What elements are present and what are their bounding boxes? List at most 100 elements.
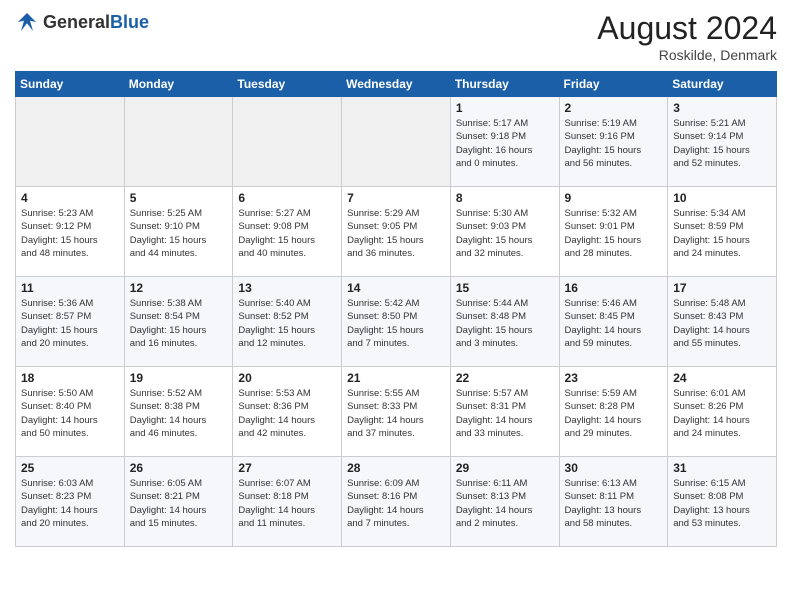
day-number: 17	[673, 281, 771, 295]
day-info: Sunrise: 6:03 AMSunset: 8:23 PMDaylight:…	[21, 477, 119, 530]
calendar-week-row: 4Sunrise: 5:23 AMSunset: 9:12 PMDaylight…	[16, 187, 777, 277]
day-number: 4	[21, 191, 119, 205]
calendar-week-row: 11 Sunrise: 5:36 AMSunset: 8:57 PMDayligh…	[16, 277, 777, 367]
calendar-cell: 6 Sunrise: 5:27 AMSunset: 9:08 PMDaylight…	[233, 187, 342, 277]
day-info: Sunrise: 5:52 AMSunset: 8:38 PMDaylight:…	[130, 387, 228, 440]
day-info: Sunrise: 6:15 AMSunset: 8:08 PMDaylight:…	[673, 477, 771, 530]
day-number: 29	[456, 461, 554, 475]
logo-blue: Blue	[110, 12, 149, 32]
calendar-cell	[342, 97, 451, 187]
day-info: Sunrise: 5:34 AMSunset: 8:59 PMDaylight:…	[673, 207, 771, 260]
day-number: 10	[673, 191, 771, 205]
day-info: Sunrise: 5:38 AMSunset: 8:54 PMDaylight:…	[130, 297, 228, 350]
day-number: 19	[130, 371, 228, 385]
calendar-cell: 1Sunrise: 5:17 AMSunset: 9:18 PMDaylight…	[450, 97, 559, 187]
day-number: 20	[238, 371, 336, 385]
calendar-cell: 5 Sunrise: 5:25 AMSunset: 9:10 PMDaylight…	[124, 187, 233, 277]
day-number: 14	[347, 281, 445, 295]
day-info: Sunrise: 5:27 AMSunset: 9:08 PMDaylight:…	[238, 207, 336, 260]
day-info: Sunrise: 5:59 AMSunset: 8:28 PMDaylight:…	[565, 387, 663, 440]
day-number: 26	[130, 461, 228, 475]
day-number: 21	[347, 371, 445, 385]
calendar-cell: 30Sunrise: 6:13 AMSunset: 8:11 PMDayligh…	[559, 457, 668, 547]
day-number: 22	[456, 371, 554, 385]
day-number: 11	[21, 281, 119, 295]
day-info: Sunrise: 5:55 AMSunset: 8:33 PMDaylight:…	[347, 387, 445, 440]
calendar-week-row: 1Sunrise: 5:17 AMSunset: 9:18 PMDaylight…	[16, 97, 777, 187]
calendar-week-row: 18 Sunrise: 5:50 AMSunset: 8:40 PMDayligh…	[16, 367, 777, 457]
logo-icon	[15, 10, 39, 34]
day-number: 28	[347, 461, 445, 475]
day-info: Sunrise: 6:09 AMSunset: 8:16 PMDaylight:…	[347, 477, 445, 530]
calendar-cell: 21 Sunrise: 5:55 AMSunset: 8:33 PMDayligh…	[342, 367, 451, 457]
day-number: 25	[21, 461, 119, 475]
day-number: 12	[130, 281, 228, 295]
calendar-cell: 31Sunrise: 6:15 AMSunset: 8:08 PMDayligh…	[668, 457, 777, 547]
day-info: Sunrise: 6:13 AMSunset: 8:11 PMDaylight:…	[565, 477, 663, 530]
calendar-cell: 16Sunrise: 5:46 AMSunset: 8:45 PMDayligh…	[559, 277, 668, 367]
logo-general: General	[43, 12, 110, 32]
day-info: Sunrise: 5:32 AMSunset: 9:01 PMDaylight:…	[565, 207, 663, 260]
day-number: 5	[130, 191, 228, 205]
calendar-cell: 25 Sunrise: 6:03 AMSunset: 8:23 PMDayligh…	[16, 457, 125, 547]
calendar-cell: 15 Sunrise: 5:44 AMSunset: 8:48 PMDayligh…	[450, 277, 559, 367]
day-info: Sunrise: 5:42 AMSunset: 8:50 PMDaylight:…	[347, 297, 445, 350]
day-info: Sunrise: 5:53 AMSunset: 8:36 PMDaylight:…	[238, 387, 336, 440]
day-number: 15	[456, 281, 554, 295]
location-subtitle: Roskilde, Denmark	[597, 47, 777, 63]
calendar-cell: 9 Sunrise: 5:32 AMSunset: 9:01 PMDaylight…	[559, 187, 668, 277]
day-number: 2	[565, 101, 663, 115]
calendar-cell: 13 Sunrise: 5:40 AMSunset: 8:52 PMDayligh…	[233, 277, 342, 367]
calendar-cell: 8 Sunrise: 5:30 AMSunset: 9:03 PMDaylight…	[450, 187, 559, 277]
day-info: Sunrise: 6:11 AMSunset: 8:13 PMDaylight:…	[456, 477, 554, 530]
title-block: August 2024 Roskilde, Denmark	[597, 10, 777, 63]
col-tuesday: Tuesday	[233, 72, 342, 97]
day-number: 6	[238, 191, 336, 205]
day-info: Sunrise: 5:44 AMSunset: 8:48 PMDaylight:…	[456, 297, 554, 350]
day-info: Sunrise: 5:21 AMSunset: 9:14 PMDaylight:…	[673, 117, 771, 170]
day-info: Sunrise: 5:50 AMSunset: 8:40 PMDaylight:…	[21, 387, 119, 440]
day-number: 9	[565, 191, 663, 205]
day-number: 3	[673, 101, 771, 115]
day-info: Sunrise: 5:36 AMSunset: 8:57 PMDaylight:…	[21, 297, 119, 350]
day-number: 7	[347, 191, 445, 205]
calendar-cell: 28 Sunrise: 6:09 AMSunset: 8:16 PMDayligh…	[342, 457, 451, 547]
day-number: 18	[21, 371, 119, 385]
day-info: Sunrise: 5:40 AMSunset: 8:52 PMDaylight:…	[238, 297, 336, 350]
calendar-header-row: Sunday Monday Tuesday Wednesday Thursday…	[16, 72, 777, 97]
calendar-cell	[124, 97, 233, 187]
col-thursday: Thursday	[450, 72, 559, 97]
col-saturday: Saturday	[668, 72, 777, 97]
logo: GeneralBlue	[15, 10, 149, 34]
month-year-title: August 2024	[597, 10, 777, 47]
col-monday: Monday	[124, 72, 233, 97]
calendar-cell: 10 Sunrise: 5:34 AMSunset: 8:59 PMDayligh…	[668, 187, 777, 277]
day-number: 8	[456, 191, 554, 205]
calendar-cell: 18 Sunrise: 5:50 AMSunset: 8:40 PMDayligh…	[16, 367, 125, 457]
day-info: Sunrise: 5:48 AMSunset: 8:43 PMDaylight:…	[673, 297, 771, 350]
day-number: 1	[456, 101, 554, 115]
day-info: Sunrise: 5:30 AMSunset: 9:03 PMDaylight:…	[456, 207, 554, 260]
calendar-table: Sunday Monday Tuesday Wednesday Thursday…	[15, 71, 777, 547]
calendar-cell: 7 Sunrise: 5:29 AMSunset: 9:05 PMDaylight…	[342, 187, 451, 277]
col-wednesday: Wednesday	[342, 72, 451, 97]
calendar-cell: 12 Sunrise: 5:38 AMSunset: 8:54 PMDayligh…	[124, 277, 233, 367]
calendar-cell: 23 Sunrise: 5:59 AMSunset: 8:28 PMDayligh…	[559, 367, 668, 457]
day-number: 27	[238, 461, 336, 475]
day-number: 23	[565, 371, 663, 385]
col-sunday: Sunday	[16, 72, 125, 97]
calendar-cell: 27 Sunrise: 6:07 AMSunset: 8:18 PMDayligh…	[233, 457, 342, 547]
calendar-cell: 29 Sunrise: 6:11 AMSunset: 8:13 PMDayligh…	[450, 457, 559, 547]
col-friday: Friday	[559, 72, 668, 97]
calendar-cell: 19 Sunrise: 5:52 AMSunset: 8:38 PMDayligh…	[124, 367, 233, 457]
calendar-week-row: 25 Sunrise: 6:03 AMSunset: 8:23 PMDayligh…	[16, 457, 777, 547]
day-number: 16	[565, 281, 663, 295]
calendar-cell: 2Sunrise: 5:19 AMSunset: 9:16 PMDaylight…	[559, 97, 668, 187]
calendar-cell: 11 Sunrise: 5:36 AMSunset: 8:57 PMDayligh…	[16, 277, 125, 367]
day-info: Sunrise: 5:29 AMSunset: 9:05 PMDaylight:…	[347, 207, 445, 260]
day-info: Sunrise: 5:57 AMSunset: 8:31 PMDaylight:…	[456, 387, 554, 440]
calendar-cell: 3 Sunrise: 5:21 AMSunset: 9:14 PMDaylight…	[668, 97, 777, 187]
day-info: Sunrise: 5:25 AMSunset: 9:10 PMDaylight:…	[130, 207, 228, 260]
day-number: 13	[238, 281, 336, 295]
day-info: Sunrise: 6:07 AMSunset: 8:18 PMDaylight:…	[238, 477, 336, 530]
